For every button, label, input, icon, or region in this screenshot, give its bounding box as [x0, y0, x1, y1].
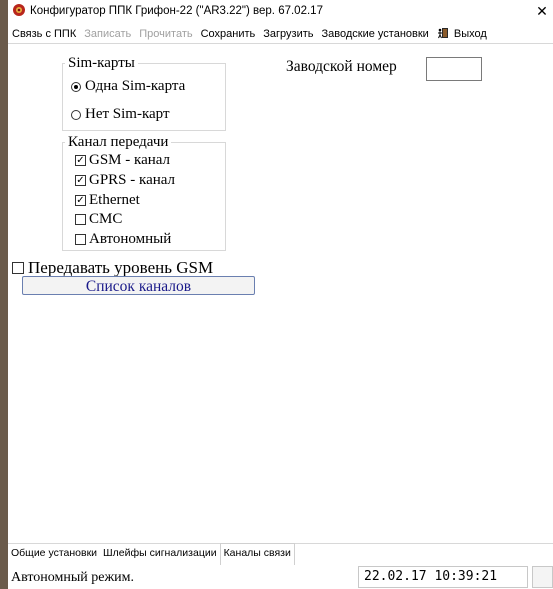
menu-bar: Связь с ППК Записать Прочитать Сохранить…	[8, 24, 553, 44]
tab-alarm-loops[interactable]: Шлейфы сигнализации	[100, 544, 220, 563]
sim-card-legend: Sim-карты	[68, 55, 135, 71]
channel-sms-label: СМС	[89, 211, 123, 227]
status-bar: Автономный режим. 22.02.17 10:39:21	[8, 566, 553, 589]
menu-exit[interactable]: Выход	[433, 27, 491, 40]
radio-empty-icon	[71, 109, 81, 120]
status-text: Автономный режим.	[11, 570, 135, 585]
channels-panel: Sim-карты Одна Sim-карта Нет Sim-карт За…	[8, 44, 553, 570]
channel-gsm[interactable]: ✓ GSM - канал	[75, 152, 170, 169]
menu-exit-label: Выход	[453, 28, 487, 40]
checkbox-checked-icon: ✓	[75, 195, 86, 206]
transmission-channel-legend: Канал передачи	[68, 134, 169, 150]
transmit-gsm-level[interactable]: Передавать уровень GSM	[12, 258, 213, 278]
sim-option-one-label: Одна Sim-карта	[85, 78, 186, 94]
checkbox-checked-icon: ✓	[75, 155, 86, 166]
channel-autonomous[interactable]: Автономный	[75, 231, 171, 248]
channel-ethernet-label: Ethernet	[89, 192, 140, 208]
transmit-gsm-level-label: Передавать уровень GSM	[28, 258, 214, 277]
menu-factory-settings[interactable]: Заводские установки	[318, 28, 433, 40]
background-edge	[0, 0, 8, 589]
factory-number-label: Заводской номер	[286, 58, 397, 75]
app-window: Конфигуратор ППК Грифон-22 ("AR3.22") ве…	[8, 0, 553, 589]
factory-number-input[interactable]	[426, 57, 482, 81]
status-extra-panel	[532, 566, 553, 588]
tab-communication-channels[interactable]: Каналы связи	[219, 543, 295, 565]
tab-general-settings[interactable]: Общие установки	[8, 544, 100, 563]
sim-option-none-label: Нет Sim-карт	[85, 106, 170, 122]
sim-option-one[interactable]: Одна Sim-карта	[71, 78, 185, 95]
channel-gsm-label: GSM - канал	[89, 152, 171, 168]
channel-autonomous-label: Автономный	[89, 231, 172, 247]
channel-gprs-label: GPRS - канал	[89, 172, 176, 188]
checkbox-empty-icon	[12, 262, 24, 274]
menu-save[interactable]: Сохранить	[197, 28, 260, 40]
checkbox-empty-icon	[75, 214, 86, 225]
radio-selected-icon	[71, 81, 81, 92]
channel-ethernet[interactable]: ✓ Ethernet	[75, 192, 140, 209]
channel-sms[interactable]: СМС	[75, 211, 122, 228]
menu-connect[interactable]: Связь с ППК	[8, 28, 80, 40]
menu-write[interactable]: Записать	[80, 28, 135, 40]
close-button[interactable]: ✕	[533, 2, 551, 20]
menu-read[interactable]: Прочитать	[135, 28, 196, 40]
window-title: Конфигуратор ППК Грифон-22 ("AR3.22") ве…	[30, 5, 323, 17]
app-icon	[8, 3, 30, 20]
status-datetime: 22.02.17 10:39:21	[358, 566, 528, 588]
sim-option-none[interactable]: Нет Sim-карт	[71, 106, 170, 123]
channel-gprs[interactable]: ✓ GPRS - канал	[75, 172, 175, 189]
title-bar: Конфигуратор ППК Грифон-22 ("AR3.22") ве…	[8, 0, 553, 22]
checkbox-empty-icon	[75, 234, 86, 245]
tab-bar: Общие установки Шлейфы сигнализации Кана…	[8, 543, 553, 565]
menu-load[interactable]: Загрузить	[259, 28, 317, 40]
checkbox-checked-icon: ✓	[75, 175, 86, 186]
channel-list-button[interactable]: Список каналов	[22, 276, 255, 295]
exit-icon	[437, 28, 454, 40]
